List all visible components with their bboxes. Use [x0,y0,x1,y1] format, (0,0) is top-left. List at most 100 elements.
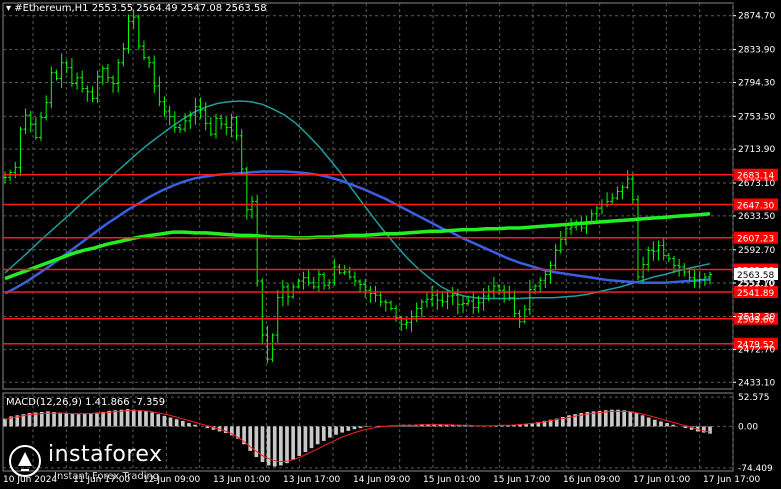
candle [471,291,476,314]
candle [543,270,548,289]
candle [152,55,157,94]
candle [424,292,429,308]
candle [522,305,527,324]
candle [327,279,332,290]
candle [177,123,182,133]
candle [538,277,543,294]
price-levels: 2683.142647.302607.232568.902541.892509.… [3,168,778,351]
candle [430,286,435,307]
candle [224,116,229,136]
candle [49,66,54,109]
candle [358,279,363,293]
candle [533,284,538,295]
candle [569,218,574,236]
candle [460,296,465,313]
candle [23,108,28,135]
candle [255,194,260,287]
candle [270,333,275,363]
candle [378,291,383,307]
ohlc-values: 2553.55 2564.49 2547.08 2563.58 [91,3,267,14]
price-tick-label: 2592.70 [738,246,775,256]
candle [213,114,218,139]
price-tick-label: 2833.90 [738,46,775,56]
time-tick-label: 15 Jun 17:00 [493,475,550,485]
candle [502,284,507,303]
ma-mid-line [4,170,711,295]
level-label: 2607.23 [737,235,774,245]
candle [280,279,285,307]
chevron-down-icon: ▾ [6,3,12,14]
candle [85,85,90,102]
candle [419,299,424,318]
price-chart: 2683.142647.302607.232568.902541.892509.… [2,2,778,485]
candle [584,216,589,234]
candle [219,114,224,130]
chart-title: ▾ #Ethereum,H1 2553.55 2564.49 2547.08 2… [6,3,267,14]
candle [28,111,33,133]
price-tick-label: 2512.30 [738,313,775,323]
price-tick-label: 2633.50 [738,212,775,222]
candle [450,287,455,306]
candle [563,224,568,245]
candle [126,14,131,54]
time-tick-label: 13 Jun 01:00 [213,475,270,485]
price-tick-label: 2794.30 [738,78,775,88]
candle [553,243,558,271]
candle [54,69,59,81]
candle [455,289,460,315]
candle [250,195,255,219]
candle [368,285,373,303]
candle [435,289,440,310]
price-frame [2,2,734,390]
candle [594,205,599,222]
candle [121,43,126,67]
candle [656,240,661,261]
candle [383,299,388,312]
candle [409,310,414,332]
candle [491,277,496,299]
candle [111,75,116,93]
price-tick-label: 2753.50 [738,112,775,122]
candle [615,186,620,201]
macd-tick-label: 52.575 [738,393,770,403]
candle [599,199,604,215]
candle [147,55,152,68]
logo-name: instaforex [48,442,163,467]
level-label: 2647.30 [737,201,774,211]
candle [234,115,239,141]
candle [677,258,682,277]
candle [167,105,172,126]
time-tick-label: 17 Jun 01:00 [633,475,690,485]
candle [260,278,265,344]
macd-tick-label: 0.00 [738,422,758,432]
candle [373,285,378,303]
candle [322,272,327,290]
candle [18,126,23,177]
candle [33,117,38,140]
candle [625,170,630,190]
candle [306,269,311,286]
time-tick-label: 14 Jun 09:00 [353,475,410,485]
candle [3,171,7,184]
candle [157,76,162,107]
candle [80,70,85,93]
candle [610,193,615,205]
price-tick-label: 2673.10 [738,179,775,189]
time-tick-label: 15 Jun 01:00 [423,475,480,485]
candle [301,271,306,290]
candle [59,53,64,89]
time-tick-label: 17 Jun 17:00 [703,475,760,485]
candle [440,291,445,307]
candle [286,283,291,306]
candle [512,290,517,317]
secondary-price-label: 2553.10 [737,280,774,290]
instaforex-logo: instaforex Instant Forex Trading [8,442,178,486]
candle [141,40,146,61]
candle [105,63,110,83]
candle [75,72,80,90]
macd-label: MACD(12,26,9) 1.41.866 -7.359 [6,397,166,408]
candle [388,300,393,311]
candle [13,162,18,179]
time-tick-label: 13 Jun 17:00 [283,475,340,485]
candle [136,14,141,50]
